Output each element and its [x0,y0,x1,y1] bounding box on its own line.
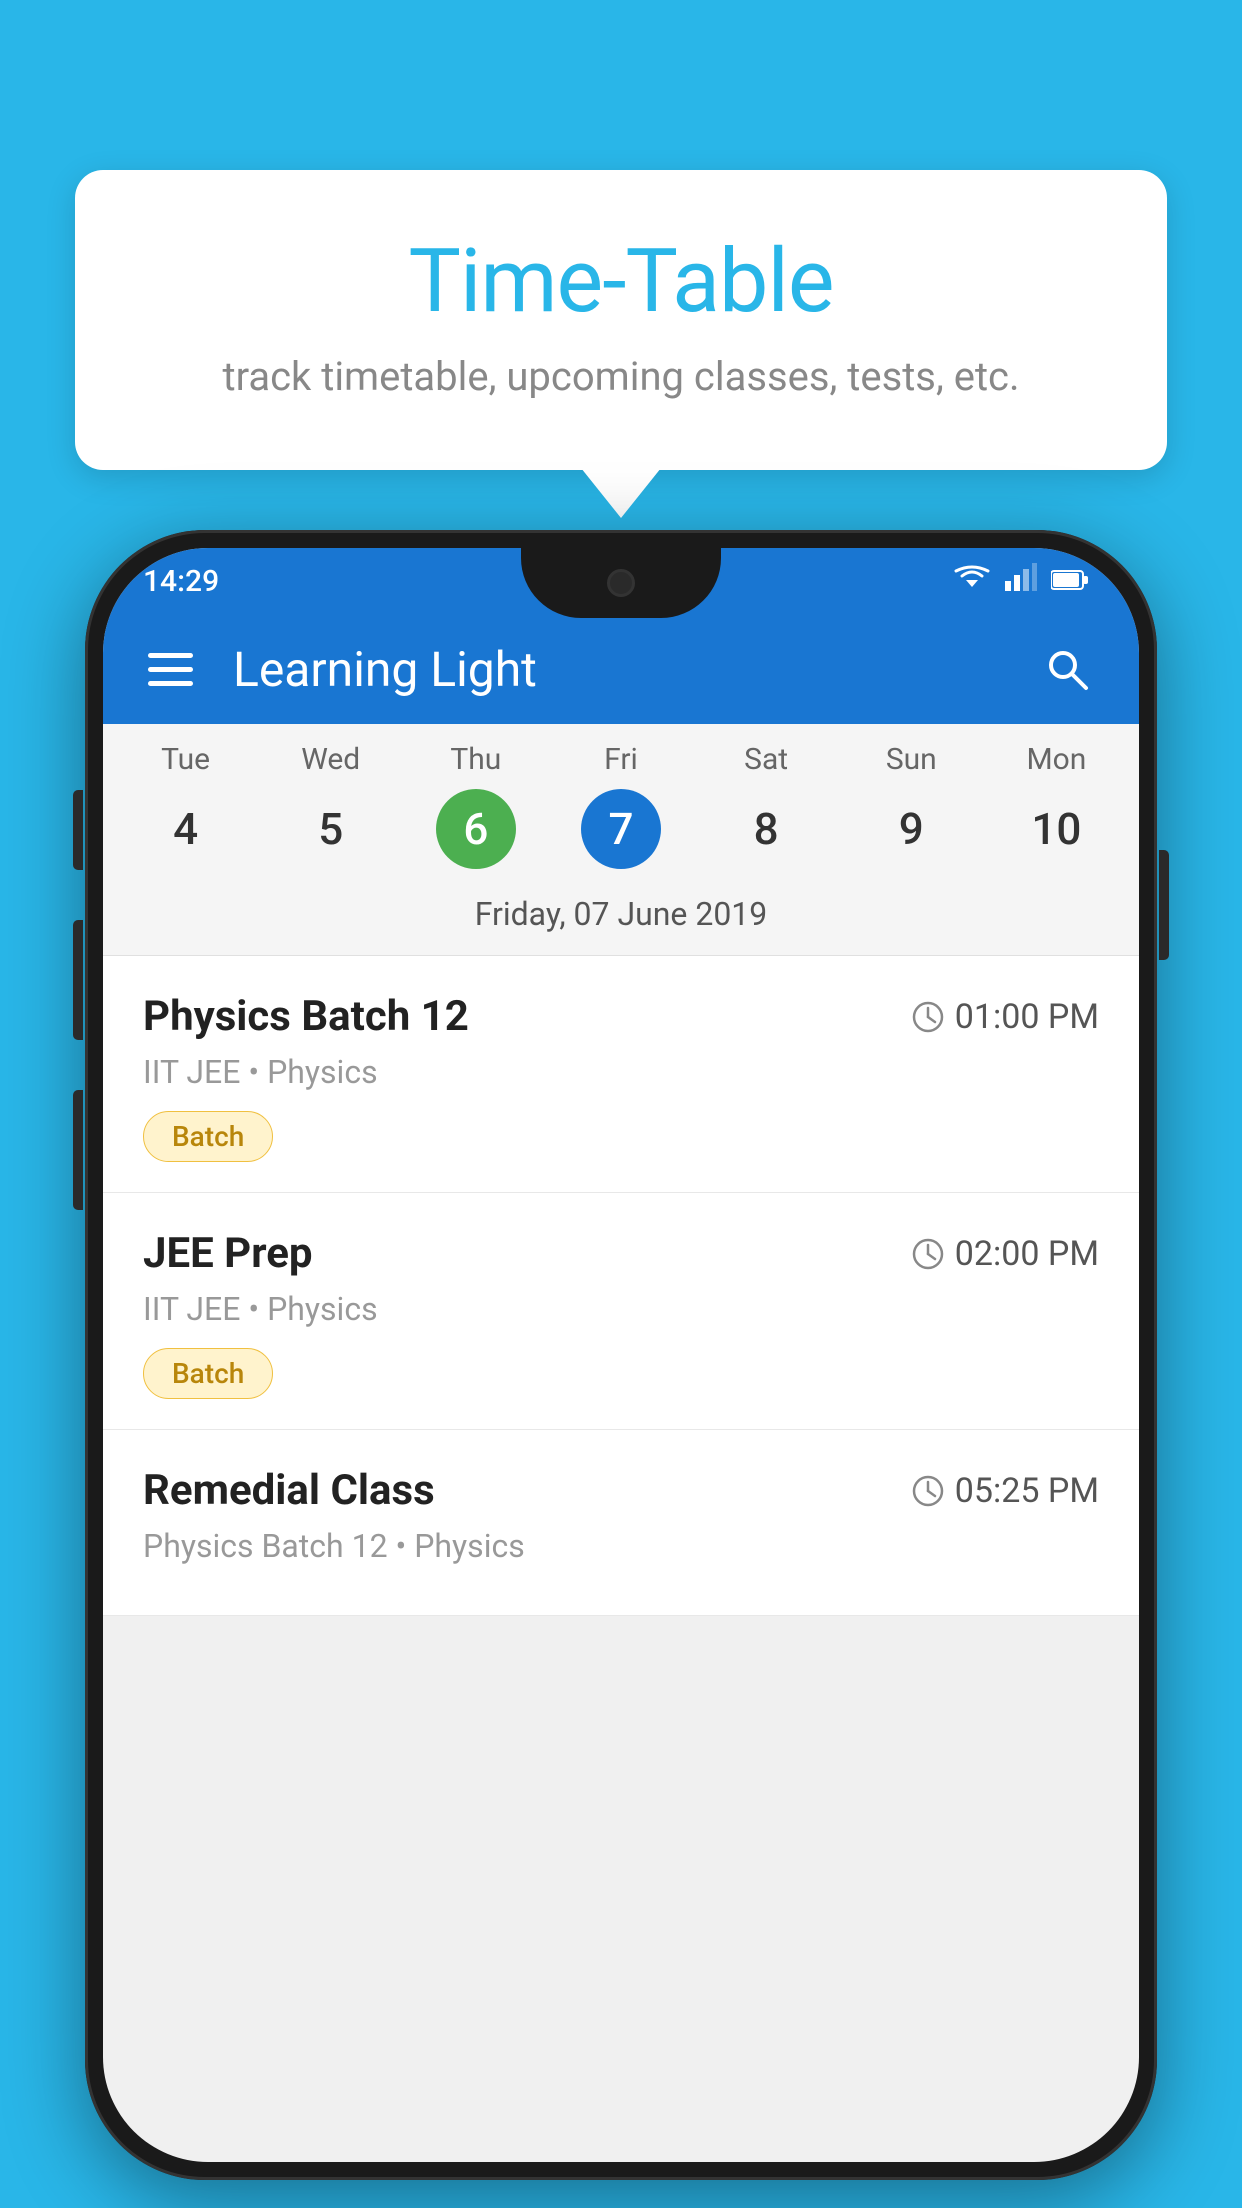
status-icons [953,563,1089,599]
day-5[interactable]: 5 [258,789,403,869]
wifi-icon [953,563,991,599]
item-time-3: 05:25 PM [911,1471,1099,1511]
speech-bubble-subtitle: track timetable, upcoming classes, tests… [135,353,1107,400]
batch-badge-1: Batch [143,1111,273,1162]
status-time: 14:29 [143,564,219,599]
item-header-3: Remedial Class 05:25 PM [143,1466,1099,1515]
item-time-text-1: 01:00 PM [955,997,1099,1037]
phone-notch [521,548,721,618]
day-10[interactable]: 10 [984,789,1129,869]
phone-wrapper: 14:29 [85,530,1157,2208]
speech-bubble-card: Time-Table track timetable, upcoming cla… [75,170,1167,470]
calendar-strip: Tue Wed Thu Fri Sat Sun Mon 4 5 6 7 8 9 … [103,724,1139,956]
item-time-2: 02:00 PM [911,1234,1099,1274]
day-name-fri: Fri [548,742,693,777]
item-subtitle-2: IIT JEE • Physics [143,1290,1099,1328]
day-7-selected[interactable]: 7 [581,789,661,869]
item-subtitle-3: Physics Batch 12 • Physics [143,1527,1099,1565]
item-time-1: 01:00 PM [911,997,1099,1037]
day-name-thu: Thu [403,742,548,777]
item-title-3: Remedial Class [143,1466,435,1515]
item-title-2: JEE Prep [143,1229,313,1278]
day-name-sat: Sat [694,742,839,777]
schedule-item-remedial-class[interactable]: Remedial Class 05:25 PM Physics Batch 12… [103,1430,1139,1616]
day-names-row: Tue Wed Thu Fri Sat Sun Mon [103,724,1139,777]
phone-frame: 14:29 [85,530,1157,2180]
day-name-tue: Tue [113,742,258,777]
schedule-item-physics-batch-12[interactable]: Physics Batch 12 01:00 PM IIT JEE • Phys… [103,956,1139,1193]
app-bar: Learning Light [103,614,1139,724]
phone-screen: 14:29 [103,548,1139,2162]
day-9[interactable]: 9 [839,789,984,869]
battery-icon [1051,564,1089,599]
signal-icon [1005,563,1037,599]
item-header-1: Physics Batch 12 01:00 PM [143,992,1099,1041]
item-subtitle-1: IIT JEE • Physics [143,1053,1099,1091]
batch-badge-2: Batch [143,1348,273,1399]
vol-down-button [73,1090,83,1210]
day-name-wed: Wed [258,742,403,777]
item-title-1: Physics Batch 12 [143,992,469,1041]
item-header-2: JEE Prep 02:00 PM [143,1229,1099,1278]
selected-date-label: Friday, 07 June 2019 [103,885,1139,955]
item-time-text-3: 05:25 PM [955,1471,1099,1511]
day-numbers-row: 4 5 6 7 8 9 10 [103,777,1139,885]
vol-up-button [73,920,83,1040]
day-name-mon: Mon [984,742,1129,777]
app-title: Learning Light [233,641,1039,698]
day-6-today[interactable]: 6 [436,789,516,869]
item-time-text-2: 02:00 PM [955,1234,1099,1274]
day-name-sun: Sun [839,742,984,777]
day-8[interactable]: 8 [694,789,839,869]
schedule-list: Physics Batch 12 01:00 PM IIT JEE • Phys… [103,956,1139,1616]
front-camera [607,569,635,597]
schedule-item-jee-prep[interactable]: JEE Prep 02:00 PM IIT JEE • Physics Batc… [103,1193,1139,1430]
speech-bubble-title: Time-Table [135,230,1107,333]
vol-mute-button [73,790,83,870]
search-button[interactable] [1039,642,1094,697]
menu-button[interactable] [148,653,193,686]
day-4[interactable]: 4 [113,789,258,869]
power-button [1159,850,1169,960]
